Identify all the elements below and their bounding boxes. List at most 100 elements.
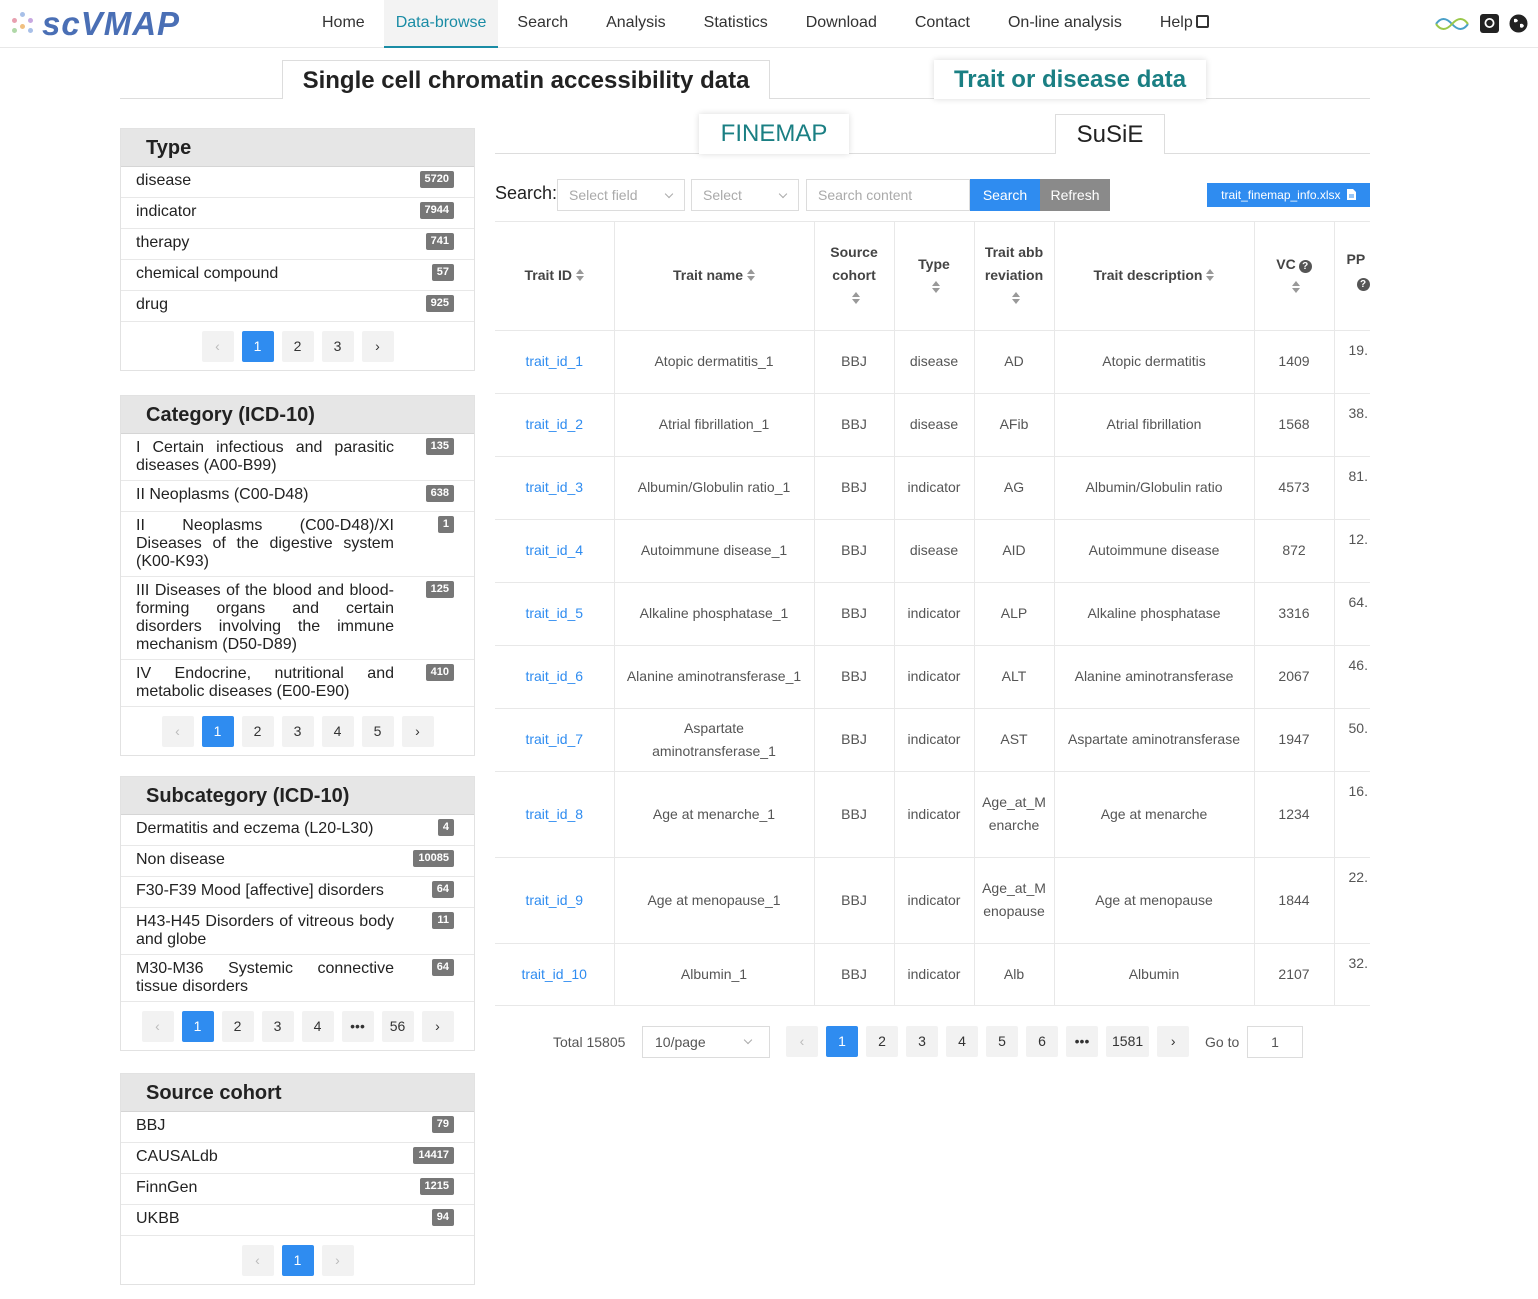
page-size-select[interactable]: 10/page [642,1026,770,1058]
tab-finemap[interactable]: FINEMAP [699,114,849,154]
search-button[interactable]: Search [970,179,1040,211]
nav-contact[interactable]: Contact [896,0,989,48]
cell-trait-id[interactable]: trait_id_6 [495,645,615,709]
cell-trait-id[interactable]: trait_id_2 [495,393,615,457]
col-header-source-cohort[interactable]: Source cohort [814,222,895,331]
page-button[interactable]: 1 [281,1244,314,1276]
page-button[interactable]: 2 [866,1026,898,1057]
page-button[interactable]: 2 [241,715,274,747]
help-icon[interactable]: ? [1356,278,1370,291]
page-button[interactable]: 2 [281,330,314,362]
page-button[interactable]: 1 [181,1010,214,1042]
field-select[interactable]: Select field [557,179,685,211]
page-button[interactable]: 4 [946,1026,978,1057]
facet-item[interactable]: II Neoplasms (C00-D48)/XI Diseases of th… [121,512,474,577]
sort-icon[interactable] [575,269,584,282]
nav-online-analysis[interactable]: On-line analysis [989,0,1141,48]
facet-item[interactable]: indicator 7944 [121,198,474,229]
nav-search[interactable]: Search [498,0,587,48]
next-page-button[interactable]: › [361,330,394,362]
facet-item[interactable]: I Certain infectious and parasitic disea… [121,434,474,481]
nav-statistics[interactable]: Statistics [685,0,787,48]
col-header-trait-id[interactable]: Trait ID [495,222,615,331]
page-button[interactable]: 3 [321,330,354,362]
nav-data-browse[interactable]: Data-browse [383,0,499,48]
facet-item[interactable]: CAUSALdb 14417 [121,1143,474,1174]
page-button[interactable]: 6 [1026,1026,1058,1057]
download-xlsx-button[interactable]: trait_finemap_info.xlsx [1207,183,1370,207]
page-button[interactable]: 3 [906,1026,938,1057]
operator-select[interactable]: Select [691,179,799,211]
logo[interactable]: scVMAP [8,5,180,42]
facet-item[interactable]: Non disease 10085 [121,846,474,877]
sort-icon[interactable] [1292,280,1300,293]
sort-icon[interactable] [1012,292,1020,305]
cell-trait-id[interactable]: trait_id_9 [495,857,615,944]
nav-home[interactable]: Home [303,0,384,48]
col-header-type[interactable]: Type [894,222,975,331]
globe-icon[interactable] [1509,14,1528,33]
sort-icon[interactable] [852,292,860,305]
tab-sc-chromatin[interactable]: Single cell chromatin accessibility data [282,60,770,99]
nav-download[interactable]: Download [787,0,896,48]
more-pages-button[interactable]: ••• [341,1010,374,1042]
cell-trait-id[interactable]: trait_id_10 [495,943,615,1005]
facet-item[interactable]: IV Endocrine, nutritional and metabolic … [121,660,474,707]
facet-item[interactable]: FinnGen 1215 [121,1174,474,1205]
nav-analysis[interactable]: Analysis [587,0,685,48]
facet-item[interactable]: II Neoplasms (C00-D48) 638 [121,481,474,512]
facet-item[interactable]: UKBB 94 [121,1205,474,1236]
page-button[interactable]: 2 [221,1010,254,1042]
dna-logo-icon[interactable] [1434,14,1470,33]
tab-susie[interactable]: SuSiE [1055,114,1165,154]
col-header-trait-name[interactable]: Trait name [614,222,815,331]
refresh-button[interactable]: Refresh [1040,179,1110,211]
sort-icon[interactable] [1206,269,1215,282]
facet-item[interactable]: drug 925 [121,291,474,322]
cell-trait-id[interactable]: trait_id_3 [495,456,615,520]
nav-help[interactable]: Help [1141,0,1228,48]
col-header-trait-abbreviation[interactable]: Trait abbreviation [974,222,1055,331]
page-button[interactable]: 56 [381,1010,414,1042]
facet-item[interactable]: disease 5720 [121,167,474,198]
sort-icon[interactable] [747,269,756,282]
search-input[interactable]: Search content [806,179,970,211]
facet-item[interactable]: III Diseases of the blood and blood-form… [121,577,474,660]
col-header-trait-description[interactable]: Trait description [1054,222,1255,331]
cell-trait-id[interactable]: trait_id_1 [495,330,615,394]
facet-item[interactable]: H43-H45 Disorders of vitreous body and g… [121,908,474,955]
next-page-button[interactable]: › [401,715,434,747]
prev-page-button[interactable]: ‹ [786,1026,818,1057]
page-button[interactable]: 1 [241,330,274,362]
facet-item[interactable]: F30-F39 Mood [affective] disorders 64 [121,877,474,908]
page-button[interactable]: 4 [301,1010,334,1042]
prev-page-button[interactable]: ‹ [161,715,194,747]
page-button[interactable]: 1 [826,1026,858,1057]
facet-item[interactable]: M30-M36 Systemic connective tissue disor… [121,955,474,1002]
tab-trait-disease[interactable]: Trait or disease data [934,60,1206,99]
prev-page-button[interactable]: ‹ [201,330,234,362]
github-icon[interactable] [1480,14,1499,33]
facet-item[interactable]: BBJ 79 [121,1112,474,1143]
next-page-button[interactable]: › [421,1010,454,1042]
page-button[interactable]: 5 [361,715,394,747]
cell-trait-id[interactable]: trait_id_5 [495,582,615,646]
sort-icon[interactable] [932,280,940,293]
page-button[interactable]: 1 [201,715,234,747]
goto-page-input[interactable]: 1 [1247,1026,1303,1058]
page-button[interactable]: 1581 [1106,1026,1150,1057]
page-button[interactable]: 5 [986,1026,1018,1057]
next-page-button[interactable]: › [321,1244,354,1276]
facet-item[interactable]: chemical compound 57 [121,260,474,291]
facet-item[interactable]: therapy 741 [121,229,474,260]
cell-trait-id[interactable]: trait_id_8 [495,771,615,858]
facet-item[interactable]: Dermatitis and eczema (L20-L30) 4 [121,815,474,846]
cell-trait-id[interactable]: trait_id_7 [495,708,615,772]
page-button[interactable]: 3 [281,715,314,747]
more-pages-button[interactable]: ••• [1066,1026,1098,1057]
col-header-vc[interactable]: VC? [1254,222,1335,331]
cell-trait-id[interactable]: trait_id_4 [495,519,615,583]
prev-page-button[interactable]: ‹ [141,1010,174,1042]
prev-page-button[interactable]: ‹ [241,1244,274,1276]
page-button[interactable]: 4 [321,715,354,747]
